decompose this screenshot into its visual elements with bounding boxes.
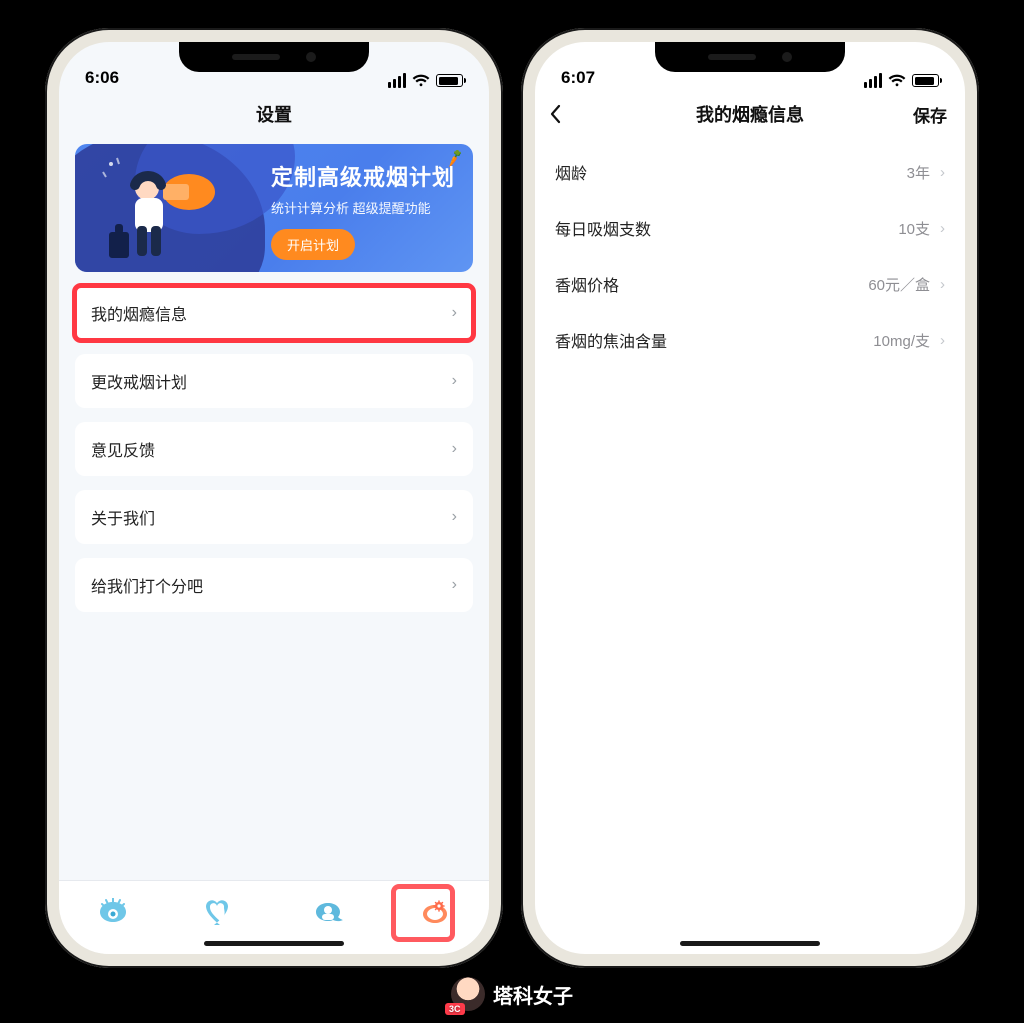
chevron-left-icon [549,104,561,124]
row-label: 香烟价格 [555,272,619,296]
chevron-right-icon: › [452,576,457,594]
chevron-right-icon: › [452,440,457,458]
tab-community[interactable] [308,893,348,933]
row-price[interactable]: 香烟价格 60元／盒 › [535,256,965,312]
row-smoking-years[interactable]: 烟龄 3年 › [535,144,965,200]
chevron-right-icon: › [452,304,457,322]
megaphone-illustration [101,154,221,264]
chevron-right-icon: › [940,276,945,293]
settings-list: 我的烟瘾信息 › 更改戒烟计划 › 意见反馈 › 关于我们 › 给我们打个分吧 [59,286,489,612]
cellular-icon [388,73,406,88]
battery-icon [912,74,939,87]
row-label: 关于我们 [91,505,155,529]
nav-header: 设置 [59,92,489,136]
chevron-right-icon: › [940,164,945,181]
info-list: 烟龄 3年 › 每日吸烟支数 10支 › 香烟价格 60元／盒 › 香烟的焦油含量 1… [535,136,965,368]
row-about-us[interactable]: 关于我们 › [75,490,473,544]
wifi-icon [888,74,906,87]
chevron-right-icon: › [940,332,945,349]
status-time: 6:06 [85,68,119,88]
tab-settings[interactable] [415,893,455,933]
watermark-text: 塔科女子 [493,980,573,1009]
row-value: 10支 [898,218,930,239]
page-title: 我的烟瘾信息 [696,101,804,127]
row-value: 10mg/支 [873,330,930,351]
tab-health[interactable] [200,893,240,933]
screen-right: 6:07 我的烟瘾信息 保存 烟龄 3年 › [535,42,965,954]
row-daily-count[interactable]: 每日吸烟支数 10支 › [535,200,965,256]
tab-home[interactable] [93,893,133,933]
home-indicator[interactable] [204,941,344,946]
status-indicators [388,73,463,88]
screen-left: 6:06 设置 🥕 [59,42,489,954]
phone-frame-right: 6:07 我的烟瘾信息 保存 烟龄 3年 › [521,28,979,968]
row-label: 意见反馈 [91,437,155,461]
notch [179,42,369,72]
banner-subtitle: 统计计算分析 超级提醒功能 [271,198,455,217]
row-label: 我的烟瘾信息 [91,301,187,325]
status-time: 6:07 [561,68,595,88]
home-indicator[interactable] [680,941,820,946]
nav-header: 我的烟瘾信息 保存 [535,92,965,136]
row-my-addiction-info[interactable]: 我的烟瘾信息 › [75,286,473,340]
row-label: 每日吸烟支数 [555,216,651,240]
banner-cta-button[interactable]: 开启计划 [271,229,355,260]
row-label: 香烟的焦油含量 [555,328,667,352]
page-title: 设置 [256,101,292,127]
row-label: 给我们打个分吧 [91,573,203,597]
row-label: 烟龄 [555,160,587,184]
status-indicators [864,73,939,88]
row-label: 更改戒烟计划 [91,369,187,393]
row-tar[interactable]: 香烟的焦油含量 10mg/支 › [535,312,965,368]
promo-banner[interactable]: 🥕 [75,144,473,272]
save-button[interactable]: 保存 [913,92,947,136]
row-value: 3年 [907,162,930,183]
chevron-right-icon: › [452,508,457,526]
wifi-icon [412,74,430,87]
row-rate-us[interactable]: 给我们打个分吧 › [75,558,473,612]
watermark: 塔科女子 [451,977,573,1011]
row-feedback[interactable]: 意见反馈 › [75,422,473,476]
chevron-right-icon: › [940,220,945,237]
row-value: 60元／盒 [868,274,930,295]
cellular-icon [864,73,882,88]
notch [655,42,845,72]
back-button[interactable] [549,92,561,136]
banner-title: 定制高级戒烟计划 [271,160,455,192]
chevron-right-icon: › [452,372,457,390]
row-change-plan[interactable]: 更改戒烟计划 › [75,354,473,408]
battery-icon [436,74,463,87]
phone-frame-left: 6:06 设置 🥕 [45,28,503,968]
watermark-avatar-icon [451,977,485,1011]
